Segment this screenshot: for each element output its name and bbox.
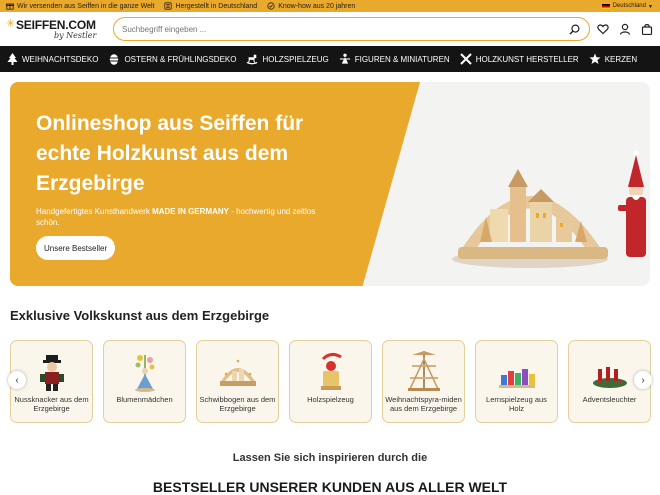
header-actions — [596, 22, 654, 36]
flower-girl-image — [135, 355, 155, 392]
search-input[interactable] — [122, 24, 567, 34]
nav-label: Holzspielzeug — [262, 54, 329, 64]
nutcracker-image — [40, 355, 64, 391]
chevron-right-icon: › — [641, 374, 645, 386]
search-button[interactable] — [567, 22, 581, 36]
wooden-toy-image — [321, 352, 342, 390]
hero-subtitle: Handgefertigtes Kunsthandwerk MADE IN GE… — [36, 206, 326, 228]
topbar-shipping-text: Wir versenden aus Seiffen in die ganze W… — [17, 2, 155, 10]
candle-arch-image — [220, 359, 256, 386]
tree-icon — [6, 53, 18, 65]
search-bar — [113, 17, 590, 41]
star-icon — [589, 53, 601, 65]
category-card-holzspielzeug[interactable]: Holzspielzeug — [289, 340, 372, 423]
nav-item-hersteller[interactable]: Holzkunst Hersteller — [458, 53, 587, 65]
schwibbogen-image — [452, 150, 646, 268]
topbar-item-made-in: Hergestellt in Deutschland — [164, 2, 257, 10]
gift-icon — [6, 3, 14, 10]
nav-item-kerzen[interactable]: Kerzen — [587, 53, 645, 65]
egg-icon — [108, 53, 120, 65]
category-label: Lernspielzeug aus Holz — [486, 395, 547, 413]
nav-label: Figuren & Miniaturen — [354, 54, 450, 64]
top-info-bar: Wir versenden aus Seiffen in die ganze W… — [0, 0, 660, 12]
nav-item-ostern[interactable]: Ostern & Frühlingsdeko — [106, 53, 244, 65]
site-logo[interactable]: ✳ SEIFFEN.COM by Nestler — [6, 15, 106, 43]
topbar-made-in-text: Hergestellt in Deutschland — [175, 2, 258, 10]
flag-icon — [164, 2, 173, 10]
check-circle-icon — [267, 2, 275, 10]
heart-icon — [597, 24, 609, 35]
bestseller-heading: Bestseller unserer Kunden aus aller Welt — [152, 479, 508, 495]
tools-icon — [459, 53, 472, 65]
hero-title: Onlineshop aus Seiffen für echte Holzkun… — [36, 112, 304, 195]
rocking-horse-icon — [246, 53, 258, 65]
search-icon — [568, 24, 579, 35]
learning-toy-image — [499, 369, 535, 388]
logo-sub-text: by Nestler — [54, 31, 97, 40]
category-label: Blumenmädchen — [116, 395, 173, 404]
category-card-pyramiden[interactable]: Weihnachtspyra-miden aus dem Erzgebirge — [382, 340, 465, 423]
pyramid-image — [408, 351, 440, 391]
category-label: Nussknacker aus dem Erzgebirge — [14, 395, 89, 413]
categories-title: Exklusive Volkskunst aus dem Erzgebirge — [10, 308, 270, 323]
cart-button[interactable] — [640, 22, 654, 36]
wishlist-button[interactable] — [596, 22, 610, 36]
bag-icon — [641, 24, 653, 35]
logo-star-icon: ✳ — [6, 18, 16, 30]
category-card-lernspielzeug[interactable]: Lernspielzeug aus Holz — [475, 340, 558, 423]
carousel-next-button[interactable]: › — [634, 371, 652, 389]
german-flag-icon — [601, 3, 610, 9]
nav-item-figuren[interactable]: Figuren & Miniaturen — [337, 53, 458, 65]
topbar-knowhow-text: Know-how aus 20 jahren — [278, 2, 356, 10]
hero-subtitle-pre: Handgefertigtes Kunsthandwerk — [36, 207, 153, 216]
nav-item-holzspielzeug[interactable]: Holzspielzeug — [244, 53, 336, 65]
carousel-prev-button[interactable]: ‹ — [8, 371, 26, 389]
logo-main-text: SEIFFEN.COM — [16, 18, 96, 32]
nav-label: Holzkunst Hersteller — [475, 54, 579, 64]
nav-label: Weihnachtsdeko — [22, 54, 99, 64]
category-card-blumenmaedchen[interactable]: Blumenmädchen — [103, 340, 186, 423]
site-header: ✳ SEIFFEN.COM by Nestler — [0, 12, 660, 46]
chevron-left-icon: ‹ — [15, 374, 19, 386]
main-navigation: Weihnachtsdeko Ostern & Frühlingsdeko Ho… — [0, 46, 660, 72]
nav-label: Ostern & Frühlingsdeko — [124, 54, 237, 64]
category-card-schwibbogen[interactable]: Schwibbogen aus dem Erzgebirge — [196, 340, 279, 423]
category-label: Weihnachtspyra-miden aus dem Erzgebirge — [385, 395, 462, 413]
hero-banner: Onlineshop aus Seiffen für echte Holzkun… — [10, 82, 650, 286]
nav-item-weihnachtsdeko[interactable]: Weihnachtsdeko — [4, 53, 106, 65]
inspire-heading: Lassen Sie sich inspirieren durch die — [232, 452, 428, 464]
advent-candle-image — [593, 367, 627, 388]
nav-label: Kerzen — [604, 54, 638, 64]
language-selector[interactable]: Deutschland ▾ — [601, 0, 652, 12]
hero-subtitle-bold: MADE IN GERMANY — [152, 207, 229, 216]
chevron-down-icon: ▾ — [648, 3, 652, 10]
user-icon — [619, 23, 631, 35]
topbar-item-knowhow: Know-how aus 20 jahren — [267, 2, 355, 10]
bestseller-button[interactable]: Unsere Bestseller — [36, 236, 116, 260]
figure-icon — [339, 53, 351, 65]
topbar-item-shipping: Wir versenden aus Seiffen in die ganze W… — [6, 2, 154, 10]
category-carousel: Nussknacker aus dem Erzgebirge Blumenmäd… — [10, 340, 660, 424]
account-button[interactable] — [618, 22, 632, 36]
language-label: Deutschland — [612, 3, 646, 9]
category-label: Schwibbogen aus dem Erzgebirge — [199, 395, 276, 413]
category-label: Holzspielzeug — [307, 395, 354, 404]
category-label: Adventsleuchter — [582, 395, 637, 404]
